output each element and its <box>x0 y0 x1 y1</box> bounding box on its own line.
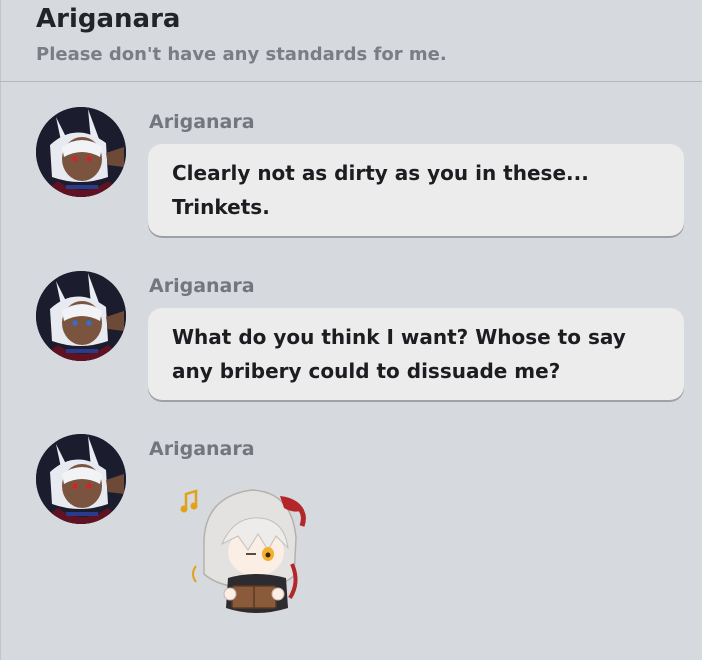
character-avatar-icon[interactable] <box>36 271 126 361</box>
chibi-character-sticker-icon[interactable] <box>176 478 316 626</box>
sender-name: Ariganara <box>149 275 255 297</box>
character-avatar-icon[interactable] <box>36 434 126 524</box>
chat-header: Ariganara Please don't have any standard… <box>0 0 702 82</box>
message-bubble: Clearly not as dirty as you in these... … <box>148 144 684 236</box>
sender-name: Ariganara <box>149 438 255 460</box>
chat-subtitle: Please don't have any standards for me. <box>36 44 447 65</box>
character-avatar-icon[interactable] <box>36 107 126 197</box>
sender-name: Ariganara <box>149 111 255 133</box>
chat-title: Ariganara <box>36 4 181 34</box>
left-border <box>0 0 1 660</box>
message-bubble: What do you think I want? Whose to say a… <box>148 308 684 400</box>
